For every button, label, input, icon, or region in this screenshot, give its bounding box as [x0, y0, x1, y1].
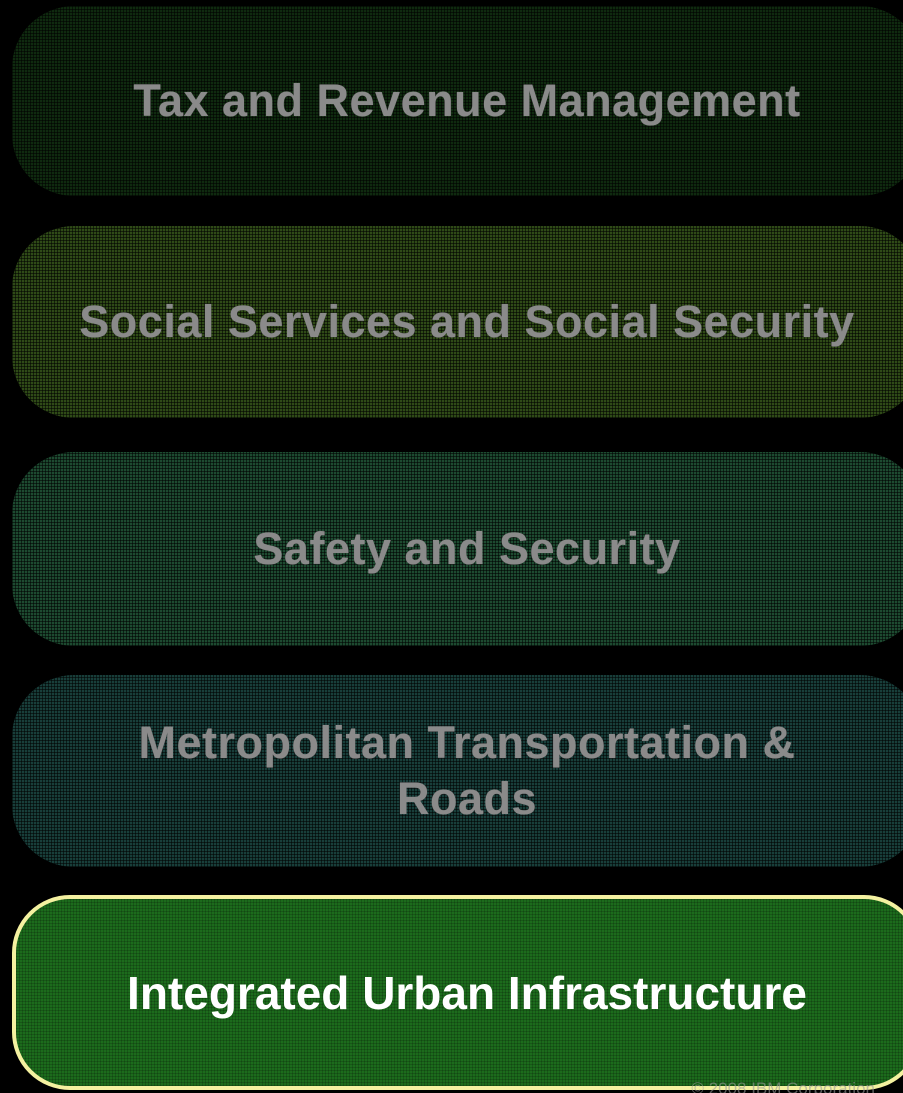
tile-social-services-and-social-security[interactable]: Social Services and Social Security: [12, 226, 903, 418]
tile-integrated-urban-infrastructure[interactable]: Integrated Urban Infrastructure: [12, 895, 903, 1090]
copyright-footer: © 2008 IBM Corporation: [691, 1079, 875, 1093]
tile-label: Tax and Revenue Management: [133, 75, 801, 126]
tile-metropolitan-transportation-and-roads[interactable]: Metropolitan Transportation & Roads: [12, 675, 903, 867]
tile-safety-and-security[interactable]: Safety and Security: [12, 452, 903, 646]
tile-label: Safety and Security: [253, 523, 681, 574]
tile-label: Metropolitan Transportation & Roads: [138, 717, 796, 824]
tile-label: Social Services and Social Security: [79, 296, 855, 347]
tile-label: Integrated Urban Infrastructure: [127, 966, 807, 1019]
tile-tax-and-revenue-management[interactable]: Tax and Revenue Management: [12, 6, 903, 196]
